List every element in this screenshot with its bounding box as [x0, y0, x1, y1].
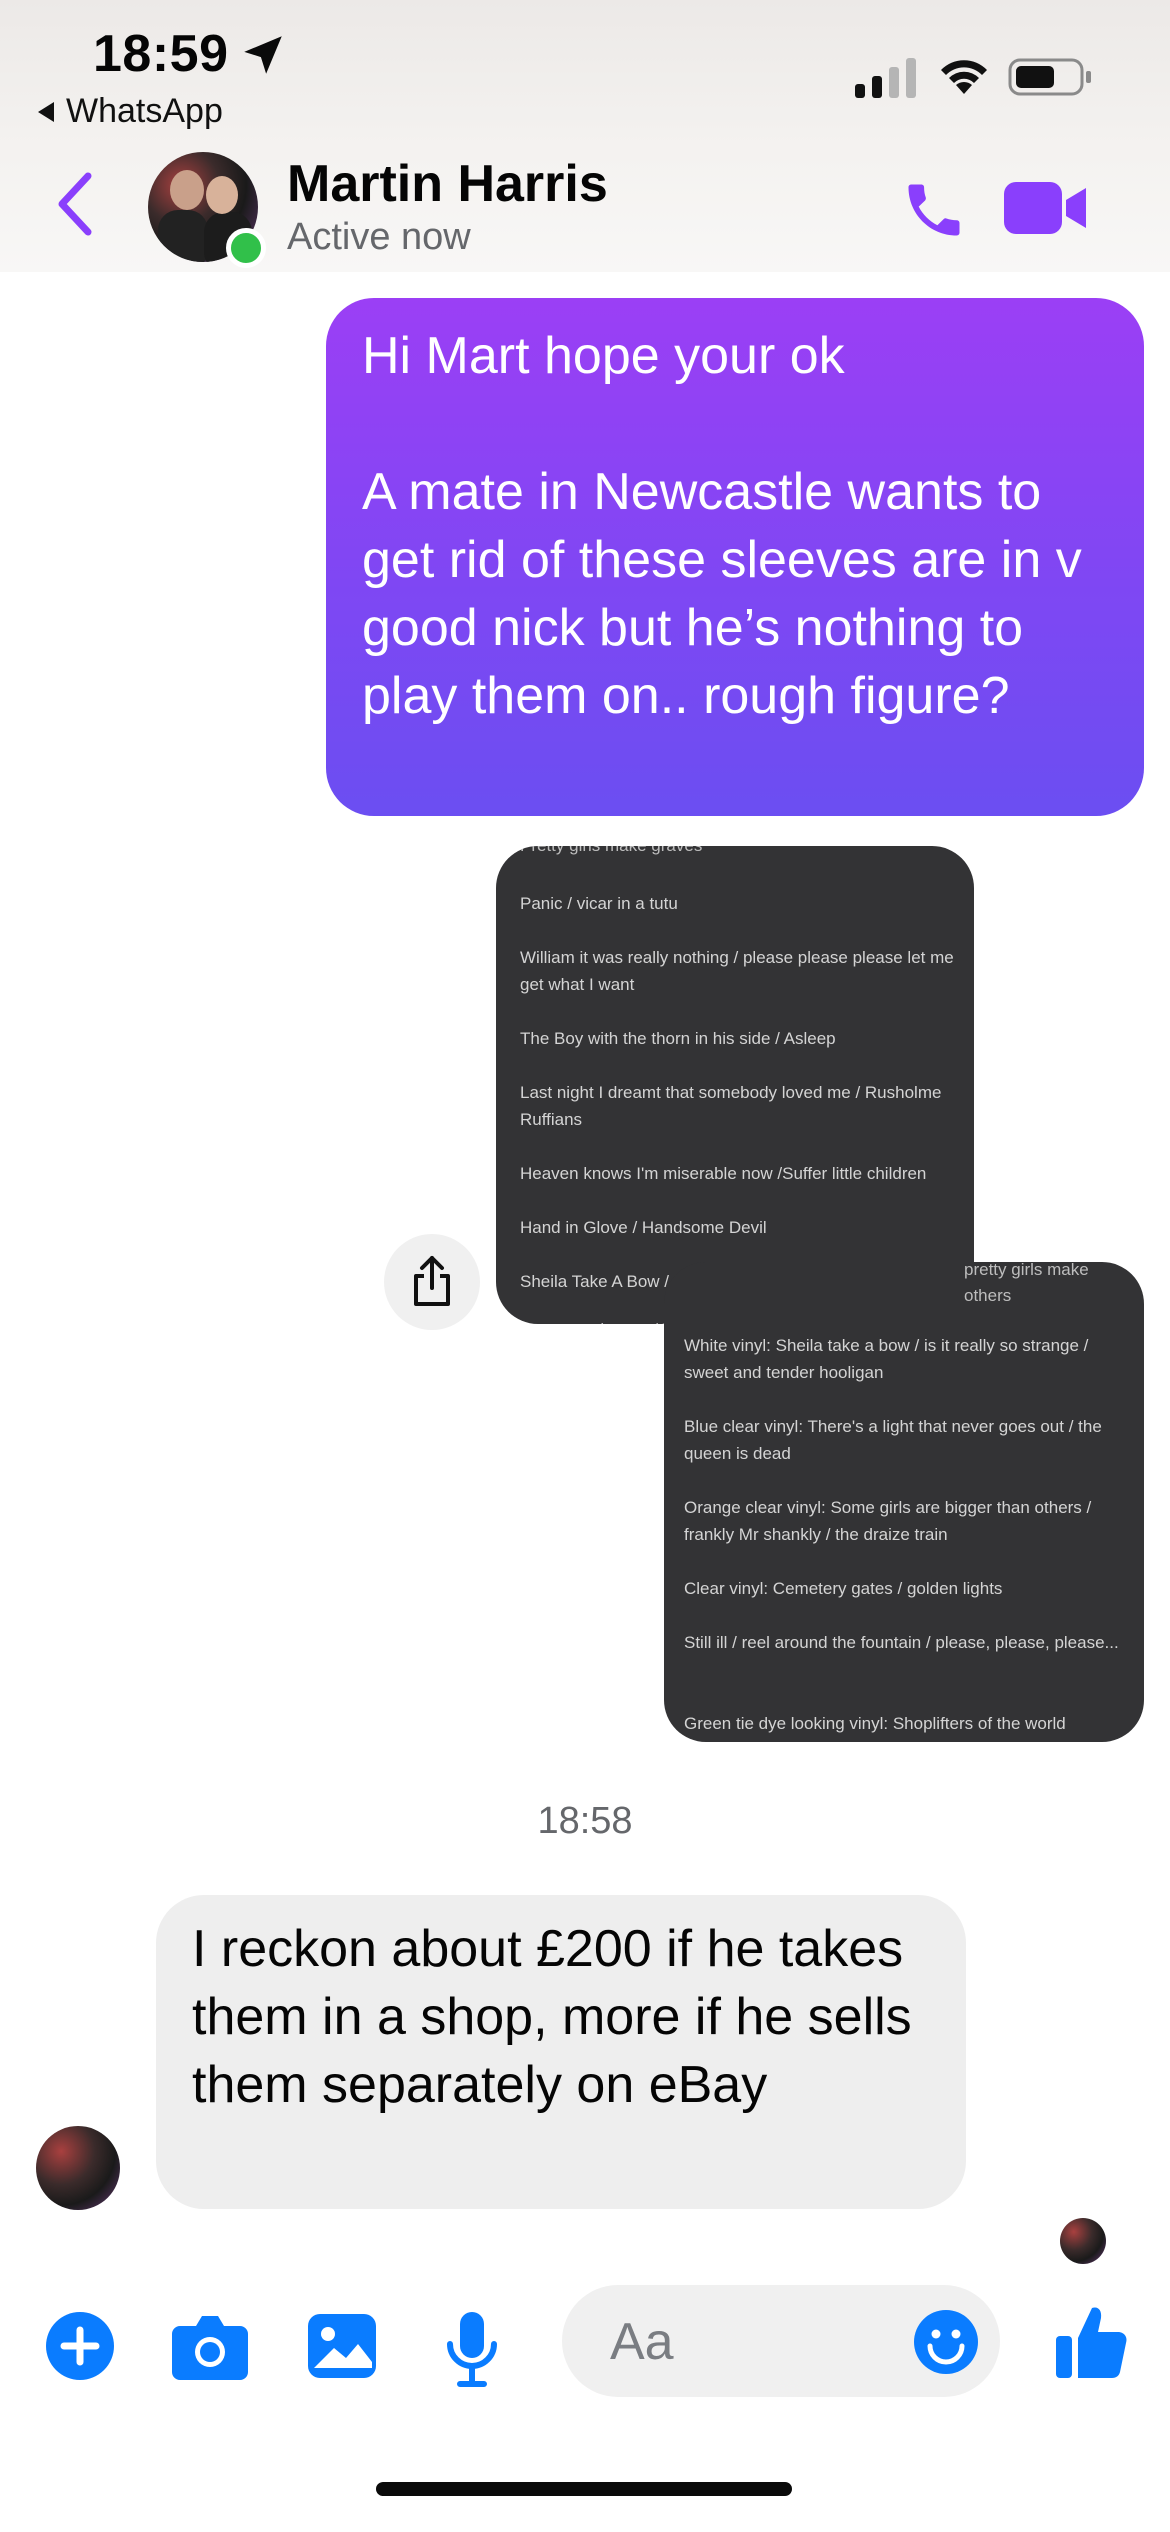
- image-1-line: Panic / vicar in a tutu: [520, 894, 678, 913]
- battery-icon: [1008, 58, 1091, 96]
- microphone-icon[interactable]: [442, 2310, 502, 2388]
- image-1-line: Hand in Glove / Handsome Devil: [520, 1218, 767, 1237]
- wifi-icon: [941, 60, 987, 94]
- image-2-line: others: [964, 1286, 1012, 1305]
- image-2-line: Orange clear vinyl: Some girls are bigge…: [684, 1498, 1092, 1544]
- image-1-line: Last night I dreamt that somebody loved …: [520, 1083, 942, 1129]
- message-timestamp: 18:58: [537, 1800, 633, 1842]
- image-1-line: Heaven knows I'm miserable now /Suffer l…: [520, 1164, 927, 1183]
- home-indicator[interactable]: [376, 2482, 792, 2496]
- video-camera-icon[interactable]: [1004, 178, 1088, 238]
- contact-name[interactable]: Martin Harris: [287, 154, 608, 214]
- image-2-line: Still ill / reel around the fountain / p…: [684, 1633, 1119, 1652]
- incoming-message[interactable]: I reckon about £200 if he takes them in …: [156, 1895, 966, 2209]
- phone-icon[interactable]: [900, 176, 968, 244]
- image-2-line: White vinyl: Sheila take a bow / is it r…: [684, 1336, 1089, 1382]
- outgoing-message[interactable]: Hi Mart hope your ok A mate in Newcastle…: [326, 298, 1144, 816]
- image-1-line: The Boy with the thorn in his side / Asl…: [520, 1029, 836, 1048]
- message-input[interactable]: [608, 2309, 862, 2375]
- image-2-line: pretty girls make: [964, 1262, 1089, 1279]
- camera-icon[interactable]: [170, 2310, 250, 2382]
- gallery-icon[interactable]: [306, 2310, 378, 2382]
- chevron-left-icon[interactable]: [50, 168, 102, 240]
- image-2-line: Green tie dye looking vinyl: Shoplifters…: [684, 1714, 1066, 1733]
- emoji-icon[interactable]: [912, 2308, 980, 2376]
- back-to-app-link[interactable]: WhatsApp: [38, 92, 223, 131]
- thumbs-up-icon[interactable]: [1054, 2302, 1128, 2380]
- online-indicator: [226, 228, 266, 268]
- status-time: 18:59: [93, 25, 229, 83]
- image-attachment-1[interactable]: Pretty girls make graves Panic / vicar i…: [496, 846, 974, 1324]
- back-triangle-icon: [38, 101, 54, 122]
- location-arrow-icon: [244, 36, 282, 74]
- sender-avatar: [36, 2126, 120, 2210]
- image-1-line: Pretty girls make graves: [520, 846, 954, 859]
- signal-icon: [855, 58, 916, 98]
- seen-avatar: [1060, 2218, 1106, 2264]
- contact-status: Active now: [287, 216, 471, 258]
- image-2-line: Blue clear vinyl: There's a light that n…: [684, 1417, 1102, 1463]
- plus-icon[interactable]: [44, 2310, 116, 2382]
- image-attachment-2[interactable]: pretty girls make others White vinyl: Sh…: [664, 1262, 1144, 1742]
- back-app-label: WhatsApp: [66, 92, 223, 130]
- image-2-line: Clear vinyl: Cemetery gates / golden lig…: [684, 1579, 1003, 1598]
- share-button[interactable]: [384, 1234, 480, 1330]
- image-1-line: William it was really nothing / please p…: [520, 948, 954, 994]
- share-icon: [414, 1256, 450, 1306]
